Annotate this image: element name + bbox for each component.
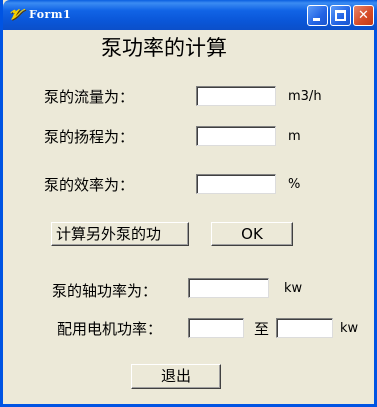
efficiency-label: 泵的效率为： (44, 176, 135, 194)
shaft-power-output[interactable] (188, 278, 269, 298)
motor-power-to-output[interactable] (276, 318, 333, 338)
motor-power-from-output[interactable] (188, 318, 244, 338)
shaft-power-unit: kw (284, 281, 303, 296)
window-title: Form1 (29, 8, 72, 21)
exit-button[interactable]: 退出 (131, 364, 221, 389)
minimize-button[interactable] (307, 5, 328, 26)
flow-label: 泵的流量为： (44, 88, 135, 106)
title-bar[interactable]: 𝓥 Form1 ✕ (3, 0, 377, 30)
head-label: 泵的扬程为： (44, 128, 135, 146)
efficiency-unit: % (288, 177, 301, 192)
motor-power-label: 配用电机功率： (57, 320, 163, 338)
flow-unit: m3/h (288, 89, 322, 104)
vb-form-icon: 𝓥 (9, 7, 21, 23)
maximize-button[interactable] (330, 5, 351, 26)
flow-input[interactable] (196, 86, 276, 106)
ok-button[interactable]: OK (211, 222, 293, 246)
shaft-power-label: 泵的轴功率为： (52, 282, 158, 300)
head-input[interactable] (196, 126, 276, 146)
efficiency-input[interactable] (196, 174, 276, 194)
motor-power-to-label: 至 (254, 320, 270, 338)
motor-power-unit: kw (340, 321, 359, 336)
form-heading: 泵功率的计算 (101, 36, 227, 60)
calculate-other-pump-button[interactable]: 计算另外泵的功 (51, 222, 189, 246)
head-unit: m (288, 129, 301, 144)
close-button[interactable]: ✕ (353, 5, 374, 26)
